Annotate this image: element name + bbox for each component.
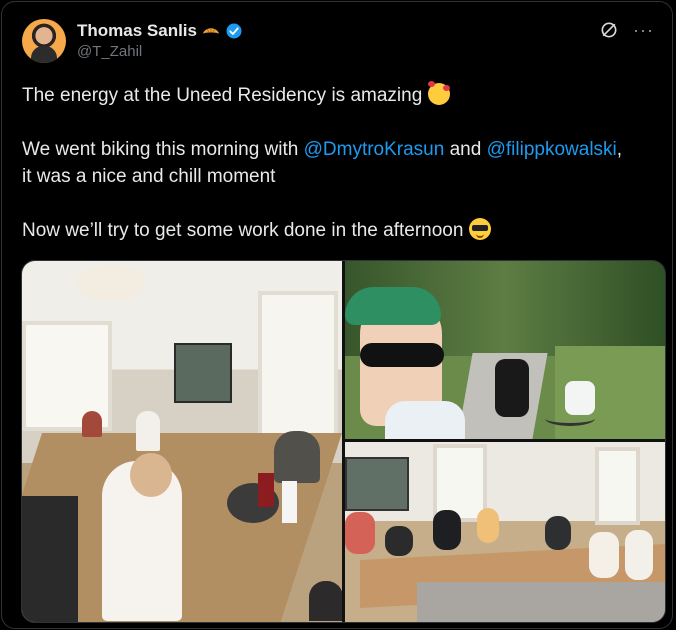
author-handle[interactable]: @T_Zahil: [77, 43, 142, 60]
photo-biking-selfie[interactable]: [345, 261, 665, 439]
tweet-text: The energy at the Uneed Residency is ama…: [22, 81, 652, 271]
author-name-row[interactable]: Thomas Sanlis: [77, 21, 243, 41]
smiling-face-with-sunglasses-icon: [468, 218, 491, 240]
tweet-line-3-text: it was a nice and chill moment: [22, 166, 276, 187]
tweet-line-2-suffix: ,: [616, 139, 623, 160]
avatar[interactable]: [22, 19, 66, 63]
author-name[interactable]: Thomas Sanlis: [77, 21, 197, 41]
tweet-line-4: Now we’ll try to get some work done in t…: [22, 217, 652, 244]
avatar-shirt: [31, 46, 57, 63]
verified-icon: [226, 23, 242, 39]
photo-dining-room[interactable]: [22, 261, 342, 622]
smiling-face-with-hearts-icon: [427, 81, 450, 105]
tweet-line-1-text: The energy at the Uneed Residency is ama…: [22, 85, 423, 106]
mention-filippkowalski[interactable]: @filippkowalski: [487, 139, 617, 160]
media-grid: [21, 260, 666, 623]
top-actions: ···: [599, 20, 654, 40]
tweet-line-1: The energy at the Uneed Residency is ama…: [22, 81, 652, 109]
tweet-card: Thomas Sanlis @T_Zahil ··· The energy at…: [1, 1, 673, 629]
more-icon[interactable]: ···: [633, 21, 654, 39]
tweet-line-2-prefix: We went biking this morning with: [22, 139, 299, 160]
photo-group-table[interactable]: [345, 442, 665, 622]
mention-dmytrokrasun[interactable]: @DmytroKrasun: [304, 139, 445, 160]
tweet-line-4-text: Now we’ll try to get some work done in t…: [22, 220, 464, 241]
croissant-icon: [202, 28, 220, 34]
tweet-line-2-conj: and: [449, 139, 482, 160]
tweet-line-2: We went biking this morning with @Dmytro…: [22, 136, 652, 190]
grok-icon[interactable]: [599, 20, 619, 40]
